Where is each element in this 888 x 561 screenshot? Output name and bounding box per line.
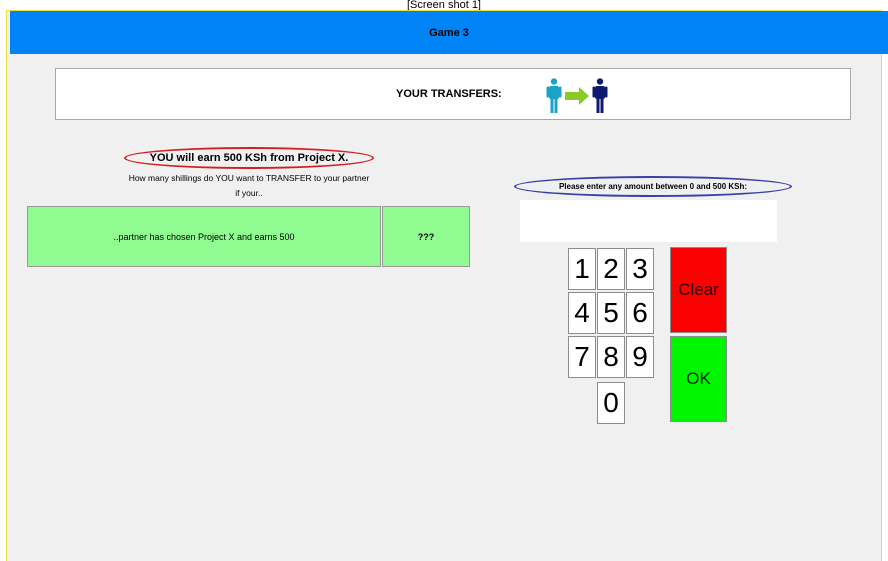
- clear-button[interactable]: Clear: [670, 247, 727, 333]
- keypad-key-7[interactable]: 7: [568, 336, 596, 378]
- amount-prompt: Please enter any amount between 0 and 50…: [514, 176, 792, 197]
- keypad-key-8[interactable]: 8: [597, 336, 625, 378]
- person-to-person-transfer-icon: [546, 78, 608, 113]
- transfer-question: How many shillings do YOU want to TRANSF…: [96, 171, 402, 201]
- amount-input[interactable]: [520, 200, 777, 242]
- game-title: Game 3: [429, 26, 469, 39]
- amount-prompt-text: Please enter any amount between 0 and 50…: [558, 182, 748, 191]
- scenario-text: ..partner has chosen Project X and earns…: [113, 231, 295, 242]
- keypad-key-9[interactable]: 9: [626, 336, 654, 378]
- answer-text: ???: [417, 231, 435, 242]
- keypad-key-6[interactable]: 6: [626, 292, 654, 334]
- earnings-text: YOU will earn 500 KSh from Project X.: [149, 152, 349, 164]
- keypad-key-5[interactable]: 5: [597, 292, 625, 334]
- answer-cell: ???: [382, 206, 470, 267]
- ok-button[interactable]: OK: [670, 336, 727, 422]
- keypad-key-1[interactable]: 1: [568, 248, 596, 290]
- transfer-question-line-2: if your..: [235, 188, 263, 198]
- ok-button-label: OK: [686, 369, 711, 388]
- clear-button-label: Clear: [678, 280, 719, 299]
- keypad-key-2[interactable]: 2: [597, 248, 625, 290]
- keypad-key-4[interactable]: 4: [568, 292, 596, 334]
- transfers-label: YOUR TRANSFERS:: [396, 88, 502, 100]
- transfer-question-line-1: How many shillings do YOU want to TRANSF…: [128, 173, 370, 183]
- transfers-panel: YOUR TRANSFERS:: [55, 68, 851, 120]
- earnings-statement: YOU will earn 500 KSh from Project X.: [124, 147, 374, 169]
- keypad-key-0[interactable]: 0: [597, 382, 625, 424]
- keypad-key-3[interactable]: 3: [626, 248, 654, 290]
- scenario-cell: ..partner has chosen Project X and earns…: [27, 206, 381, 267]
- game-title-bar: Game 3: [10, 11, 888, 54]
